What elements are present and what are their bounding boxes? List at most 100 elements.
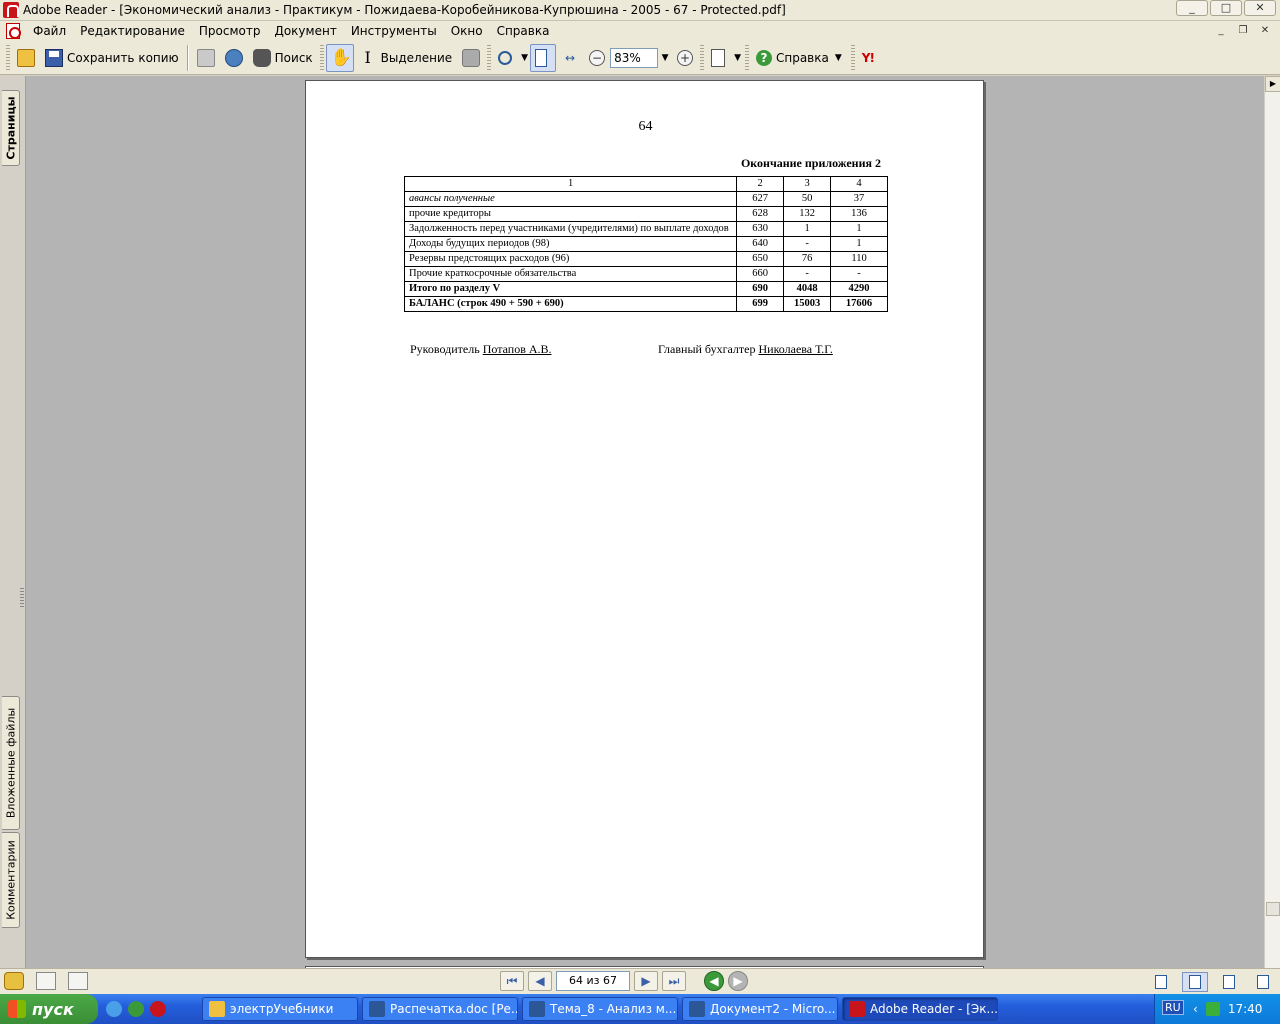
minimize-button[interactable]: _ <box>1176 0 1208 16</box>
page-size-icon[interactable] <box>36 972 56 990</box>
start-button[interactable]: пуск <box>0 994 98 1024</box>
toolbar-grip[interactable] <box>744 44 749 71</box>
language-indicator[interactable]: RU <box>1162 1000 1184 1015</box>
director-label: Руководитель <box>410 342 480 356</box>
yahoo-icon: Y! <box>861 50 875 65</box>
menu-view[interactable]: Просмотр <box>192 24 268 38</box>
continuous-layout-button[interactable] <box>1182 972 1208 992</box>
previous-view-button[interactable]: ◀ <box>704 971 724 991</box>
opera-icon[interactable] <box>150 1001 166 1017</box>
taskbar-item[interactable]: электрУчебники <box>202 997 358 1021</box>
vertical-scrollbar[interactable]: ▶ <box>1264 76 1280 968</box>
minus-circle-icon: − <box>589 49 606 66</box>
open-button[interactable] <box>12 44 40 72</box>
search-label: Поиск <box>274 50 313 65</box>
table-header-row: 1 2 3 4 <box>403 176 888 192</box>
doc-restore-button[interactable]: ❐ <box>1234 23 1252 39</box>
yahoo-search-button[interactable]: Y! <box>857 44 883 72</box>
zoom-dropdown-arrow[interactable]: ▼ <box>658 48 672 68</box>
plus-circle-icon: + <box>677 49 694 66</box>
network-icon[interactable] <box>1205 1002 1220 1016</box>
row-code: 640 <box>736 236 785 252</box>
panel-splitter-handle[interactable] <box>20 588 24 608</box>
last-page-button[interactable]: ⏭ <box>662 971 686 991</box>
help-button[interactable]: ? Справка ▼ <box>751 44 849 72</box>
taskbar-item[interactable]: Распечатка.doc [Ре... <box>362 997 518 1021</box>
email-button[interactable] <box>220 44 248 72</box>
taskbar-item[interactable]: Тема_8 - Анализ м... <box>522 997 678 1021</box>
pages-dropdown-arrow[interactable]: ▼ <box>732 53 743 63</box>
close-button[interactable]: ✕ <box>1244 0 1276 16</box>
search-button[interactable]: Поиск <box>248 44 318 72</box>
menu-file[interactable]: Файл <box>26 24 73 38</box>
row-code: 650 <box>736 251 785 267</box>
table-row: Резервы предстоящих расходов (96) 650 76… <box>403 251 888 267</box>
toolbar-grip[interactable] <box>319 44 324 71</box>
appendix-heading: Окончание приложения 2 <box>740 156 881 170</box>
first-page-button[interactable]: ⏮ <box>500 971 524 991</box>
menu-document[interactable]: Документ <box>267 24 343 38</box>
ie-icon[interactable] <box>106 1001 122 1017</box>
menu-tools[interactable]: Инструменты <box>344 24 444 38</box>
page-layout-icon[interactable] <box>68 972 88 990</box>
row-start-value: 4048 <box>783 281 832 297</box>
tab-pages[interactable]: Страницы <box>2 90 20 166</box>
next-page-button[interactable]: ▶ <box>634 971 658 991</box>
zoom-tool-dropdown-arrow[interactable]: ▼ <box>519 53 530 63</box>
doc-close-button[interactable]: ✕ <box>1256 23 1274 39</box>
menu-help[interactable]: Справка <box>490 24 557 38</box>
tab-attachments[interactable]: Вложенные файлы <box>2 696 20 830</box>
row-start-value: 15003 <box>783 296 832 312</box>
select-tool-button[interactable]: I Выделение <box>354 44 457 72</box>
row-name: Прочие краткосрочные обязательства <box>403 266 738 282</box>
next-view-button[interactable]: ▶ <box>728 971 748 991</box>
page-number-input[interactable]: 64 из 67 <box>556 971 630 991</box>
doc-minimize-button[interactable]: _ <box>1212 23 1230 39</box>
tab-comments[interactable]: Комментарии <box>2 832 20 928</box>
toolbar-grip[interactable] <box>700 44 705 71</box>
maximize-button[interactable]: □ <box>1210 0 1242 16</box>
tray-expand-icon[interactable]: ‹ <box>1193 1002 1198 1016</box>
fit-width-button[interactable]: ↔ <box>556 44 584 72</box>
row-start-value: 76 <box>783 251 832 267</box>
previous-page-button[interactable]: ◀ <box>528 971 552 991</box>
taskbar-item-active[interactable]: Adobe Reader - [Эк... <box>842 997 998 1021</box>
save-copy-button[interactable]: Сохранить копию <box>40 44 184 72</box>
row-code: 660 <box>736 266 785 282</box>
security-key-icon[interactable] <box>4 972 24 990</box>
fit-page-button[interactable] <box>530 43 557 72</box>
scroll-up-arrow[interactable]: ▶ <box>1265 76 1280 92</box>
hand-tool-button[interactable]: ✋ <box>325 43 354 72</box>
single-page-layout-button[interactable] <box>1148 972 1174 992</box>
help-icon: ? <box>755 49 772 66</box>
menu-edit[interactable]: Редактирование <box>73 24 192 38</box>
table-header-cell: 2 <box>736 176 785 192</box>
toolbar-grip[interactable] <box>487 44 492 71</box>
taskbar-item-label: Документ2 - Micro... <box>710 1002 836 1016</box>
zoom-out-button[interactable]: − <box>584 44 610 72</box>
browser-icon[interactable] <box>128 1001 144 1017</box>
scroll-thumb[interactable] <box>1266 902 1280 916</box>
menu-window[interactable]: Окно <box>444 24 490 38</box>
table-row: БАЛАНС (строк 490 + 590 + 690) 699 15003… <box>403 296 888 312</box>
row-end-value: 37 <box>830 191 888 207</box>
zoom-level-input[interactable]: 83% <box>610 47 659 68</box>
taskbar-item-label: Распечатка.doc [Ре... <box>390 1002 518 1016</box>
rotate-pages-button[interactable] <box>706 44 732 72</box>
print-button[interactable] <box>192 44 220 72</box>
table-row: Доходы будущих периодов (98) 640 - 1 <box>403 236 888 252</box>
snapshot-button[interactable] <box>457 44 485 72</box>
clock[interactable]: 17:40 <box>1228 1002 1263 1016</box>
document-viewport[interactable]: 64 Окончание приложения 2 1 2 3 4 авансы… <box>26 76 1264 968</box>
pdf-document-icon[interactable] <box>6 23 21 39</box>
toolbar-grip[interactable] <box>6 44 10 71</box>
toolbar-grip[interactable] <box>850 44 855 71</box>
zoom-in-tool-button[interactable] <box>493 44 519 72</box>
printer-icon <box>196 48 215 67</box>
page-layout-buttons <box>1148 972 1276 992</box>
row-start-value: - <box>783 236 832 252</box>
continuous-facing-layout-button[interactable] <box>1250 972 1276 992</box>
zoom-in-button[interactable]: + <box>672 44 698 72</box>
taskbar-item[interactable]: Документ2 - Micro... <box>682 997 838 1021</box>
facing-layout-button[interactable] <box>1216 972 1242 992</box>
